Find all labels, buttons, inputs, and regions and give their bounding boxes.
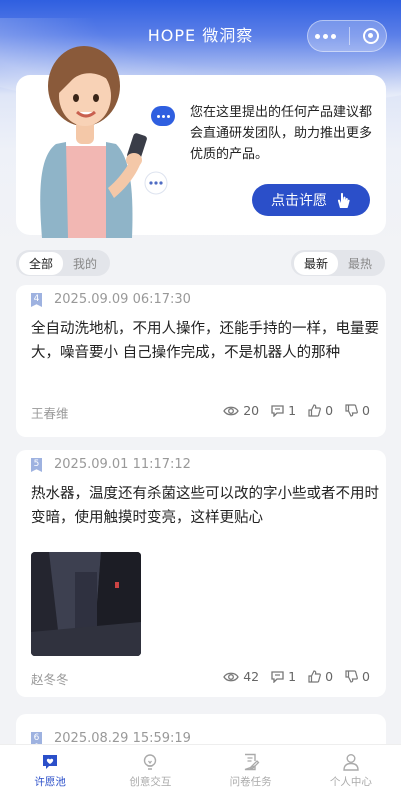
post-photo[interactable] xyxy=(31,552,141,656)
thumbs-down-icon xyxy=(345,670,358,683)
comments-stat[interactable]: 1 xyxy=(271,403,296,418)
tab-idea-interaction-label: 创意交互 xyxy=(129,776,172,788)
tab-profile-label: 个人中心 xyxy=(329,776,372,788)
comments-count: 1 xyxy=(288,403,297,418)
make-wish-label: 点击许愿 xyxy=(271,193,327,209)
post-date: 2025.09.01 11:17:12 xyxy=(54,457,191,472)
sort-toggle: 最新 最热 xyxy=(290,250,385,276)
comment-icon xyxy=(271,670,284,683)
tab-wish-pool[interactable]: 许愿池 xyxy=(0,745,100,800)
woman-with-phone-illustration xyxy=(40,46,168,238)
more-icon[interactable] xyxy=(314,33,336,39)
post-stats: 42 1 0 0 xyxy=(223,669,370,684)
comments-count: 1 xyxy=(288,669,297,684)
dislike-stat[interactable]: 0 xyxy=(345,403,370,418)
chat-bubble-icon xyxy=(151,106,175,126)
post-author: 王春维 xyxy=(31,406,69,421)
close-target-icon[interactable] xyxy=(363,28,380,44)
comment-icon xyxy=(271,404,284,417)
dislike-stat[interactable]: 0 xyxy=(345,669,370,684)
views-stat: 42 xyxy=(223,669,259,684)
thumbs-down-icon xyxy=(345,404,358,417)
post-card[interactable]: 4 2025.09.09 06:17:30 全自动洗地机，不用人操作，还能手持的… xyxy=(16,285,386,437)
post-date: 2025.09.09 06:17:30 xyxy=(54,292,191,307)
heart-chat-icon xyxy=(43,755,58,769)
intro-text: 您在这里提出的任何产品建议都会直通研发团队，助力推出更多优质的产品。 xyxy=(190,105,373,162)
tab-wish-pool-label: 许愿池 xyxy=(34,776,66,788)
post-stats: 20 1 0 0 xyxy=(223,403,370,418)
scope-toggle: 全部 我的 xyxy=(16,250,111,276)
sort-latest-tab[interactable]: 最新 xyxy=(293,251,338,275)
like-count: 0 xyxy=(325,403,334,418)
thumbs-up-icon xyxy=(308,670,322,683)
post-number-badge: 5 xyxy=(31,458,42,472)
post-card[interactable]: 5 2025.09.01 11:17:12 热水器，温度还有杀菌这些可以改的字小… xyxy=(16,450,386,697)
mini-program-capsule xyxy=(307,20,387,52)
post-number-badge: 4 xyxy=(31,293,42,307)
person-icon xyxy=(343,754,359,771)
post-text: 热水器，温度还有杀菌这些可以改的字小些或者不用时变暗，使用触摸时变亮，这样更贴心 xyxy=(31,486,379,526)
dislike-count: 0 xyxy=(362,669,370,684)
bottom-tab-bar: 许愿池 创意交互 问卷任务 个人中心 xyxy=(0,744,401,800)
post-text: 全自动洗地机，不用人操作，还能手持的一样，电量要大，噪音要小 自己操作完成，不是… xyxy=(31,321,379,361)
like-stat[interactable]: 0 xyxy=(308,669,333,684)
tap-hand-icon xyxy=(337,192,350,208)
comments-stat[interactable]: 1 xyxy=(271,669,296,684)
lightbulb-icon xyxy=(144,754,157,770)
post-author: 赵冬冬 xyxy=(31,672,69,687)
tab-profile[interactable]: 个人中心 xyxy=(301,745,401,800)
views-count: 20 xyxy=(243,403,260,418)
scope-mine-tab[interactable]: 我的 xyxy=(63,252,107,275)
tab-idea-interaction[interactable]: 创意交互 xyxy=(100,745,200,800)
tab-survey-tasks[interactable]: 问卷任务 xyxy=(201,745,301,800)
make-wish-button[interactable]: 点击许愿 xyxy=(252,184,370,216)
thumbs-up-icon xyxy=(308,404,322,417)
dislike-count: 0 xyxy=(362,403,370,418)
views-stat: 20 xyxy=(223,403,259,418)
like-stat[interactable]: 0 xyxy=(308,403,333,418)
eye-icon xyxy=(223,672,239,681)
views-count: 42 xyxy=(243,669,260,684)
eye-icon xyxy=(223,406,239,415)
sort-hot-tab[interactable]: 最热 xyxy=(338,252,382,275)
tab-survey-tasks-label: 问卷任务 xyxy=(229,776,272,788)
like-count: 0 xyxy=(325,669,334,684)
scope-all-tab[interactable]: 全部 xyxy=(19,251,64,275)
survey-edit-icon xyxy=(244,753,260,771)
